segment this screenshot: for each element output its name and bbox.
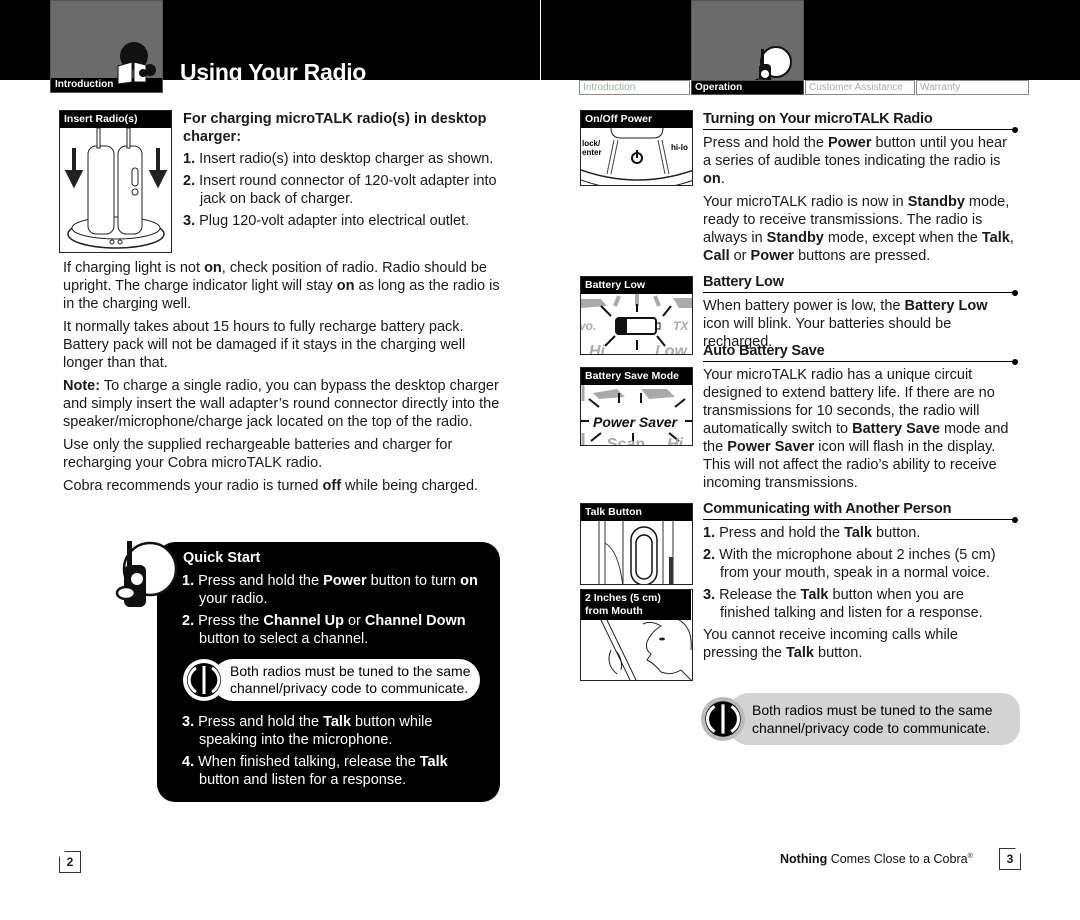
- svg-text:TX: TX: [673, 319, 689, 333]
- communicating-step: 3. Release the Talk button when you are …: [703, 587, 983, 621]
- book-reader-icon: [117, 42, 156, 85]
- charging-heading: For charging microTALK radio(s) in deskt…: [183, 111, 487, 145]
- figure-label: Talk Button: [581, 504, 692, 521]
- communicating-step: 1. Press and hold the Talk button.: [703, 525, 921, 541]
- communicating-step: 2. With the microphone about 2 inches (5…: [703, 547, 996, 581]
- figure-label: Battery Low: [581, 277, 692, 294]
- battery-low-display: vo. TX Hi Low: [581, 294, 692, 355]
- figure-battery-low: Battery Low vo. TX Hi Low: [580, 276, 693, 355]
- attention-icon: [701, 697, 745, 741]
- figure-talk-button: Talk Button: [580, 503, 693, 585]
- section-auto-battery-save: Auto Battery Save Your microTALK radio h…: [703, 342, 1018, 497]
- lock-enter-label: lock/: [582, 139, 601, 148]
- desktop-charger-illustration: [64, 127, 168, 249]
- quick-start-box: Quick Start 1. Press and hold the Power …: [157, 542, 500, 802]
- svg-text:vo.: vo.: [581, 319, 596, 333]
- quick-start-step: 4. When finished talking, release the Ta…: [182, 754, 448, 788]
- svg-text:enter: enter: [582, 148, 602, 157]
- warning-note-text: Both radios must be tuned to the same ch…: [212, 659, 480, 701]
- attention-icon: [183, 659, 225, 701]
- section-heading: Auto Battery Save: [703, 342, 1018, 365]
- page-number-right: 3: [999, 848, 1021, 870]
- paragraph: You cannot receive incoming calls while …: [703, 627, 958, 661]
- communicating-warning-note: Both radios must be tuned to the same ch…: [700, 692, 1020, 746]
- nav-tab-customer-assistance[interactable]: Customer Assistance: [805, 80, 915, 95]
- nav-tab-introduction[interactable]: Introduction: [579, 80, 690, 95]
- paragraph-batteries: Use only the supplied rechargeable batte…: [63, 437, 453, 471]
- paragraph: Press and hold the Power button until yo…: [703, 135, 1007, 187]
- walkie-talkie-icon: [115, 541, 178, 607]
- quick-start-steps: 1. Press and hold the Power button to tu…: [182, 572, 482, 652]
- paragraph: Your microTALK radio is now in Standby m…: [703, 194, 1014, 264]
- nav-tab-operation[interactable]: Operation: [691, 80, 804, 95]
- page-number-left: 2: [59, 851, 81, 873]
- power-saver-display: Power Saver Scan Hi: [581, 385, 692, 446]
- quick-start-steps-continued: 3. Press and hold the Talk button while …: [182, 713, 482, 793]
- quick-start-title: Quick Start: [183, 550, 261, 566]
- section-turning-on: Turning on Your microTALK Radio Press an…: [703, 110, 1018, 270]
- person-talking-illustration: [600, 619, 692, 680]
- paragraph-recharge-time: It normally takes about 15 hours to full…: [63, 319, 466, 371]
- figure-label: Battery Save Mode: [581, 368, 692, 385]
- nav-tab-warranty[interactable]: Warranty: [916, 80, 1029, 95]
- figure-label: 2 Inches (5 cm) from Mouth: [581, 590, 691, 620]
- section-heading: Communicating with Another Person: [703, 500, 1018, 523]
- svg-text:Hi: Hi: [589, 343, 606, 355]
- paragraph-charging-light: If charging light is not on, check posit…: [63, 260, 500, 312]
- footer-tagline: Nothing Comes Close to a Cobra®: [780, 852, 973, 866]
- svg-text:Scan: Scan: [607, 436, 645, 446]
- power-saver-text: Power Saver: [593, 414, 679, 430]
- section-heading: Battery Low: [703, 273, 1018, 296]
- hi-lo-label: hi-lo: [671, 143, 688, 152]
- figure-battery-save-mode: Battery Save Mode Power Saver Scan Hi: [580, 367, 693, 446]
- figure-label: On/Off Power: [581, 111, 692, 128]
- figure-label: Insert Radio(s): [60, 111, 171, 128]
- charging-step: 1. Insert radio(s) into desktop charger …: [183, 151, 494, 167]
- charging-step: 3. Plug 120-volt adapter into electrical…: [183, 213, 470, 229]
- talk-button-illustration: [598, 521, 674, 584]
- power-button-illustration: lock/ enter hi-lo: [581, 127, 692, 185]
- paragraph-note: Note: To charge a single radio, you can …: [63, 378, 500, 430]
- section-communicating: Communicating with Another Person 1. Pre…: [703, 500, 1018, 667]
- quick-start-step: 2. Press the Channel Up or Channel Down …: [182, 613, 466, 647]
- warning-note-text: Both radios must be tuned to the same ch…: [730, 693, 1020, 745]
- charging-notes: If charging light is not on, check posit…: [63, 259, 503, 500]
- page-title: Using Your Radio: [180, 59, 367, 81]
- figure-mouth-distance: 2 Inches (5 cm) from Mouth: [580, 589, 693, 681]
- paragraph-recommend-off: Cobra recommends your radio is turned of…: [63, 478, 479, 494]
- charging-step: 2. Insert round connector of 120-volt ad…: [183, 173, 497, 207]
- charging-instructions: For charging microTALK radio(s) in deskt…: [183, 110, 503, 234]
- paragraph: Your microTALK radio has a unique circui…: [703, 367, 1009, 491]
- header-band-right: [541, 0, 1080, 80]
- quick-start-step: 1. Press and hold the Power button to tu…: [182, 573, 478, 607]
- svg-text:Low: Low: [655, 343, 689, 355]
- figure-on-off-power: On/Off Power lock/ enter hi-lo: [580, 110, 693, 186]
- svg-text:Hi: Hi: [667, 436, 684, 446]
- figure-insert-radios: Insert Radio(s): [59, 110, 172, 253]
- section-heading: Turning on Your microTALK Radio: [703, 110, 1018, 133]
- quick-start-warning-note: Both radios must be tuned to the same ch…: [182, 658, 480, 702]
- quick-start-step: 3. Press and hold the Talk button while …: [182, 714, 433, 748]
